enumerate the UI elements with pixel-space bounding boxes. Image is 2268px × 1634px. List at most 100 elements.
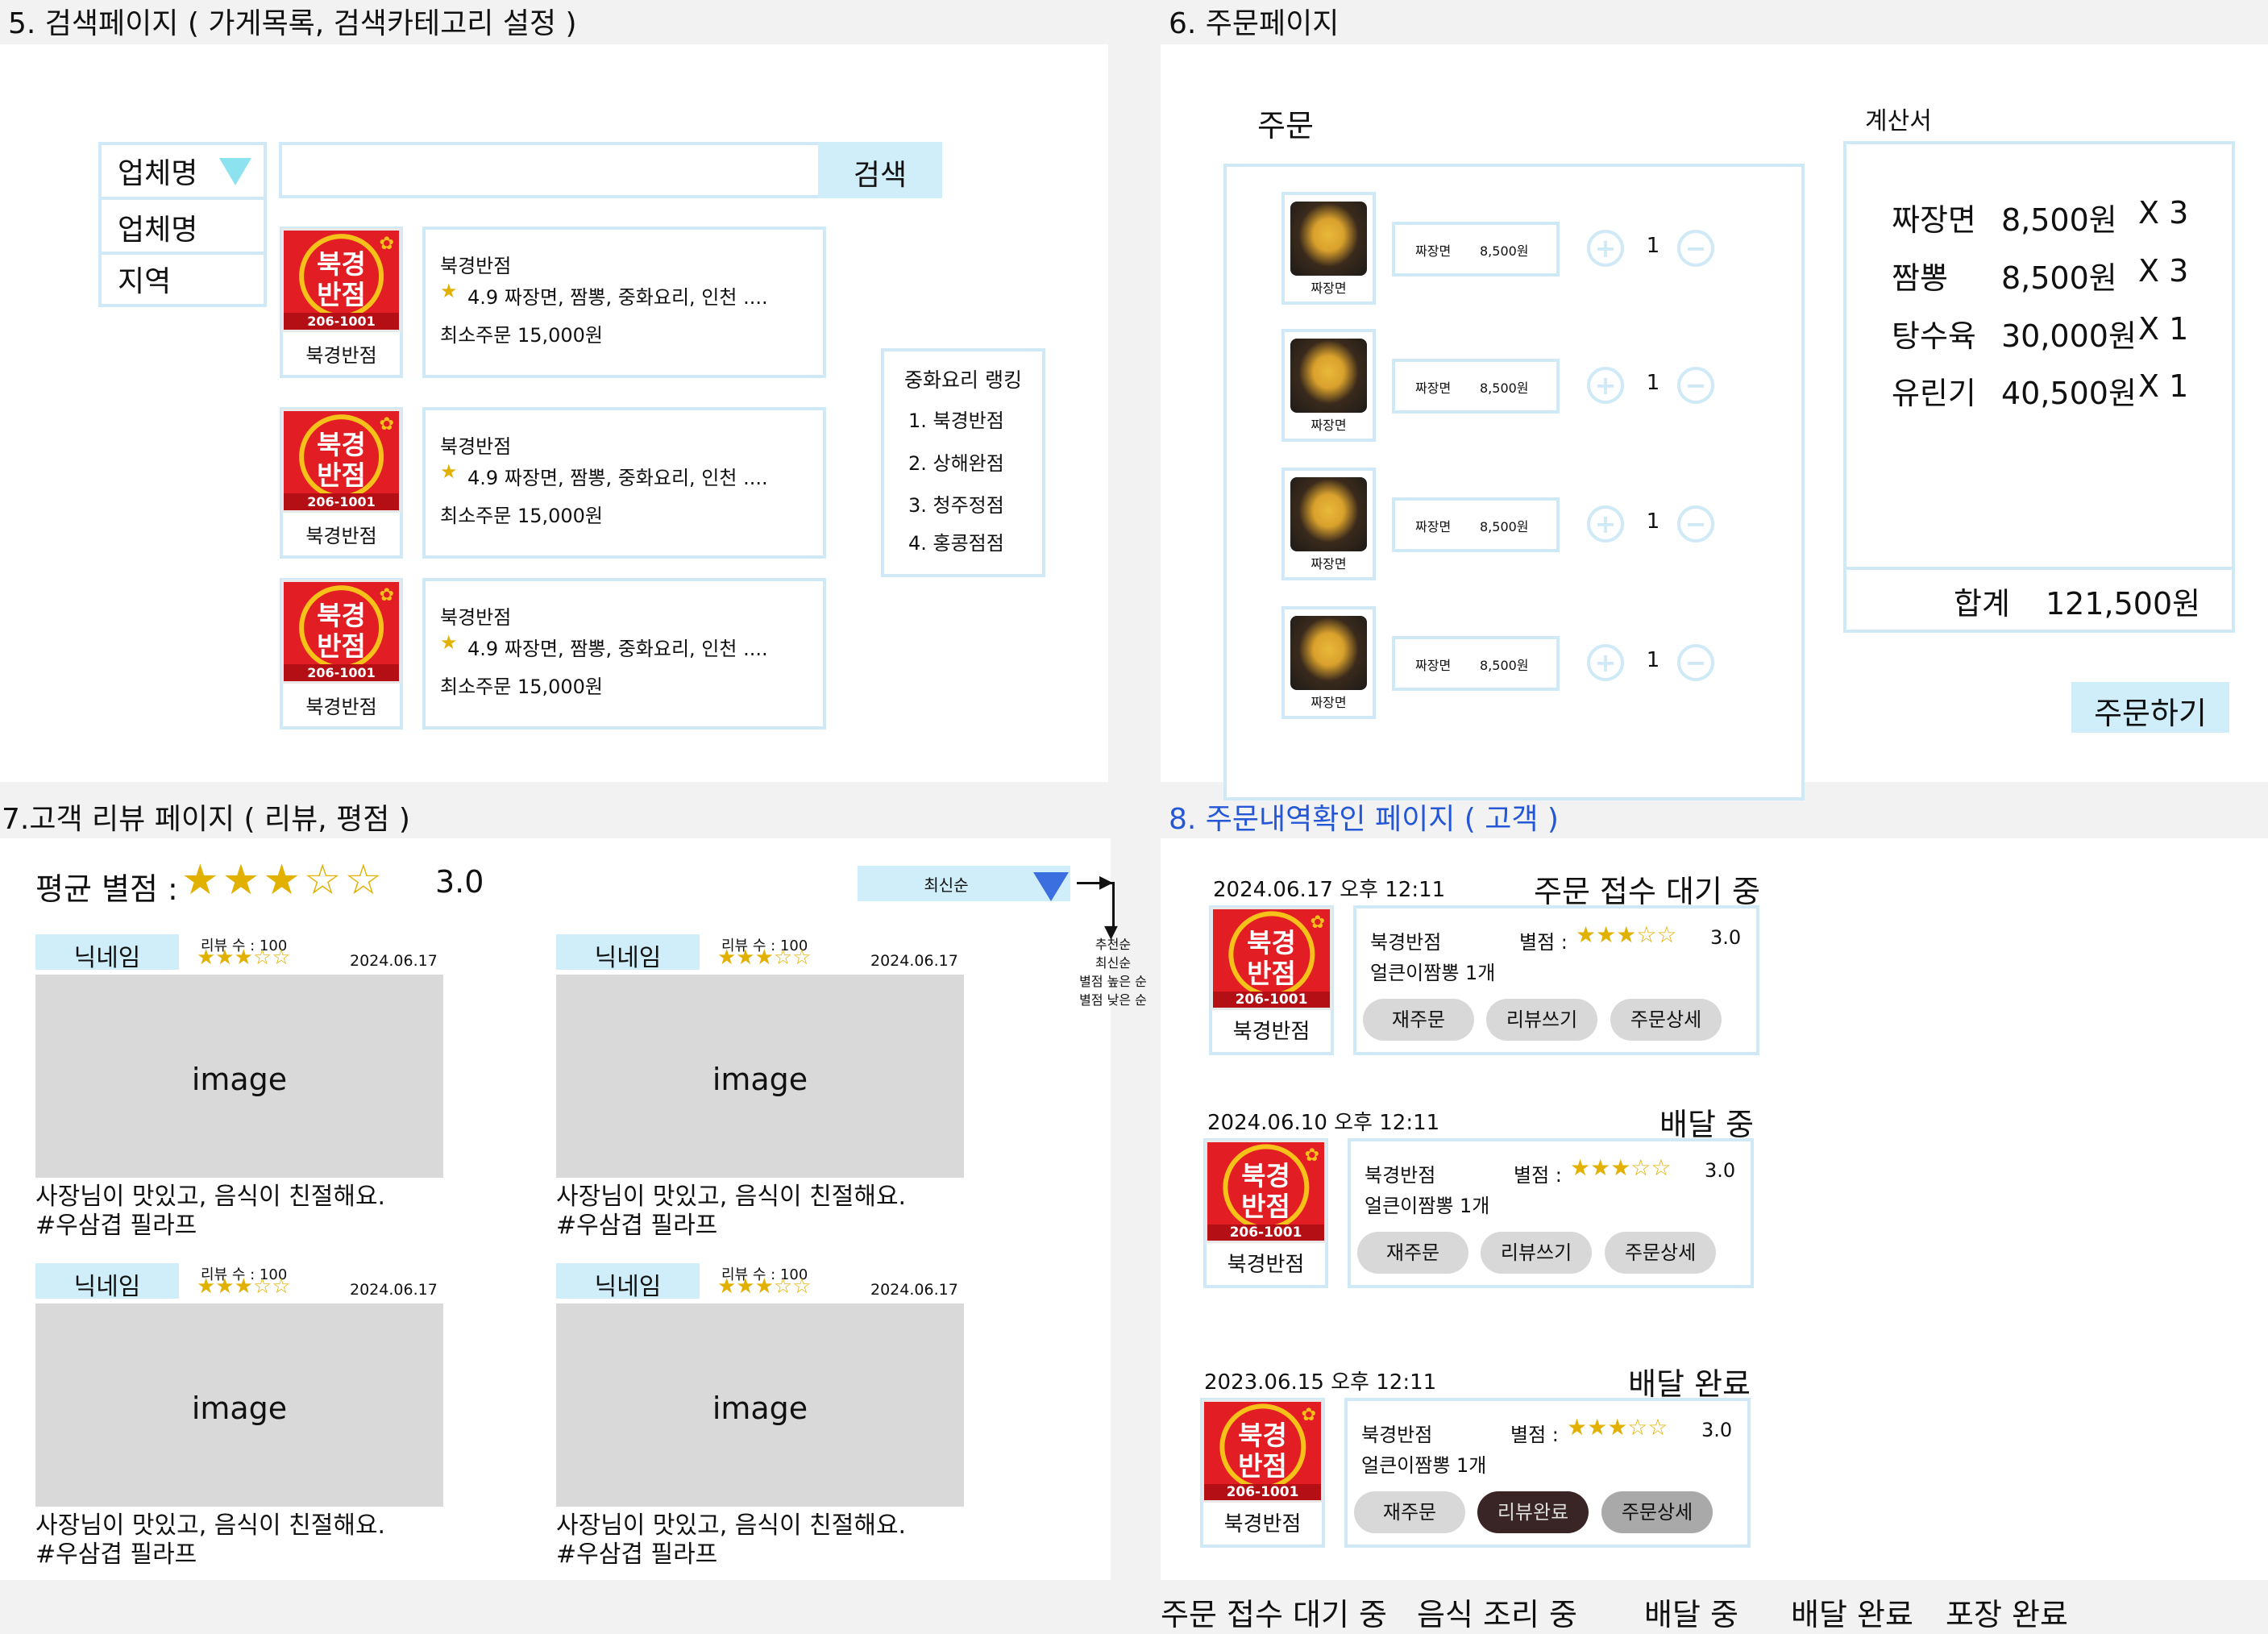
review-image-label: image: [712, 1062, 808, 1097]
logo-number: 206-1001: [1213, 992, 1330, 1008]
order-menu: 얼큰이짬뽕 1개: [1361, 1454, 1487, 1477]
order-detail-button[interactable]: 주문상세: [1610, 999, 1722, 1041]
review-done-button[interactable]: 리뷰완료: [1477, 1491, 1589, 1533]
review-page-title: 7.고객 리뷰 페이지 ( 리뷰, 평점 ): [2, 803, 410, 836]
reorder-button[interactable]: 재주문: [1363, 999, 1474, 1041]
knot-icon: ✿: [1310, 913, 1325, 933]
food-photo: [1290, 615, 1368, 691]
minus-icon[interactable]: −: [1677, 505, 1714, 543]
ranking-item[interactable]: 4. 홍콩점점: [908, 527, 1004, 555]
ranking-item[interactable]: 1. 북경반점: [908, 405, 1004, 433]
nickname: 닉네임: [73, 944, 141, 972]
sort-option[interactable]: 최신순: [1061, 954, 1165, 972]
logo-number: 206-1001: [1204, 1484, 1321, 1500]
order-button-label[interactable]: 주문하기: [2071, 688, 2229, 733]
receipt-item-price: 8,500원: [2001, 260, 2117, 296]
sort-option[interactable]: 별점 낮은 순: [1061, 991, 1165, 1009]
minus-icon[interactable]: −: [1677, 644, 1714, 681]
knot-icon: ✿: [379, 234, 394, 254]
menu-item-name: 짜장면: [1415, 380, 1452, 396]
divider: [98, 252, 267, 255]
dropdown-selected[interactable]: 업체명: [118, 150, 197, 192]
review-image-label: image: [712, 1391, 808, 1426]
menu-item-caption: 짜장면: [1311, 556, 1347, 572]
dropdown-chevron-icon[interactable]: [219, 158, 251, 185]
receipt-item-price: 40,500원: [2001, 376, 2137, 411]
order-page-title: 6. 주문페이지: [1169, 7, 1340, 40]
order-datetime: 2023.06.15 오후 12:11: [1204, 1370, 1437, 1395]
logo-text: 반점: [317, 459, 366, 492]
status-legend-item: 배달 완료: [1791, 1597, 1913, 1632]
sort-option[interactable]: 별점 높은 순: [1061, 972, 1165, 991]
plus-icon[interactable]: +: [1587, 505, 1624, 543]
nickname: 닉네임: [73, 1273, 141, 1301]
minus-icon[interactable]: −: [1677, 230, 1714, 267]
total-label: 합계: [1954, 586, 2010, 622]
store-logo[interactable]: 북경 반점 206-1001 ✿: [281, 409, 401, 513]
review-stars-icon: ★★★☆☆: [717, 1274, 812, 1299]
sort-selected[interactable]: 최신순: [858, 872, 1035, 896]
order-store-name: 북경반점: [1365, 1164, 1436, 1187]
sort-chevron-icon[interactable]: [1033, 872, 1069, 901]
reorder-button[interactable]: 재주문: [1354, 1491, 1465, 1533]
order-menu: 얼큰이짬뽕 1개: [1365, 1195, 1490, 1217]
star-icon: ★: [440, 631, 458, 654]
menu-item-caption: 짜장면: [1311, 281, 1347, 296]
divider: [98, 197, 267, 200]
logo-number: 206-1001: [284, 664, 399, 681]
logo-number: 206-1001: [1207, 1224, 1324, 1241]
menu-item-price: 8,500원: [1480, 519, 1529, 534]
write-review-button[interactable]: 리뷰쓰기: [1481, 1232, 1592, 1274]
plus-icon[interactable]: +: [1587, 367, 1624, 404]
menu-item-price: 8,500원: [1480, 380, 1529, 396]
search-button-label[interactable]: 검색: [818, 152, 942, 193]
plus-icon[interactable]: +: [1587, 644, 1624, 681]
food-photo: [1290, 201, 1368, 276]
review-image-label: image: [191, 1062, 288, 1097]
ranking-item[interactable]: 3. 청주정점: [908, 489, 1004, 518]
menu-item-price: 8,500원: [1480, 243, 1529, 259]
reorder-button[interactable]: 재주문: [1357, 1232, 1468, 1274]
store-logo[interactable]: 북경 반점 206-1001 ✿: [281, 580, 401, 684]
sort-option[interactable]: 추천순: [1061, 935, 1165, 954]
review-stars-icon: ★★★☆☆: [717, 946, 812, 970]
logo-number: 206-1001: [284, 493, 399, 510]
minus-icon[interactable]: −: [1677, 367, 1714, 404]
ranking-item[interactable]: 2. 상해완점: [908, 447, 1004, 476]
star-icon: ★: [440, 460, 458, 483]
dropdown-option-region[interactable]: 지역: [118, 258, 171, 300]
nickname: 닉네임: [594, 1273, 662, 1301]
plus-icon[interactable]: +: [1587, 230, 1624, 267]
order-detail-button[interactable]: 주문상세: [1605, 1232, 1716, 1274]
star-icon: ★: [440, 280, 458, 302]
store-logo[interactable]: 북경 반점 206-1001 ✿: [1205, 1140, 1327, 1243]
logo-text: 반점: [317, 279, 366, 311]
status-legend-item: 배달 중: [1644, 1597, 1738, 1632]
receipt-item-name: 탕수육: [1892, 318, 1976, 354]
order-rating-value: 3.0: [1710, 926, 1742, 949]
order-label: 주문: [1257, 108, 1314, 143]
store-caption: 북경반점: [305, 696, 377, 718]
store-logo[interactable]: 북경 반점 206-1001 ✿: [281, 228, 401, 332]
receipt-item-qty: X 1: [2138, 311, 2189, 347]
avg-rating-stars-icon: ★★★☆☆: [181, 856, 386, 904]
order-rating-value: 3.0: [1701, 1419, 1733, 1441]
store-logo[interactable]: 북경 반점 206-1001 ✿: [1202, 1399, 1323, 1503]
review-stars-icon: ★★★☆☆: [197, 1274, 291, 1299]
arrow-right-icon: ▶: [1099, 872, 1113, 892]
logo-text: 반점: [1238, 1450, 1287, 1482]
receipt-item-name: 유린기: [1892, 376, 1976, 411]
store-min-order: 최소주문 15,000원: [440, 676, 604, 698]
store-rating-line: 4.9 짜장면, 짬뽕, 중화요리, 인천 ....: [467, 638, 768, 660]
store-logo[interactable]: 북경 반점 206-1001 ✿: [1211, 907, 1332, 1010]
store-caption: 북경반점: [305, 525, 377, 547]
order-status: 배달 중: [1659, 1107, 1754, 1142]
write-review-button[interactable]: 리뷰쓰기: [1486, 999, 1597, 1041]
review-date: 2024.06.17: [350, 952, 438, 970]
dropdown-option-name[interactable]: 업체명: [118, 206, 197, 248]
search-page-title: 5. 검색페이지 ( 가게목록, 검색카테고리 설정 ): [8, 7, 577, 40]
order-detail-button[interactable]: 주문상세: [1601, 1491, 1713, 1533]
nickname: 닉네임: [594, 944, 662, 972]
store-rating-line: 4.9 짜장면, 짬뽕, 중화요리, 인천 ....: [467, 286, 768, 309]
review-date: 2024.06.17: [870, 952, 958, 970]
